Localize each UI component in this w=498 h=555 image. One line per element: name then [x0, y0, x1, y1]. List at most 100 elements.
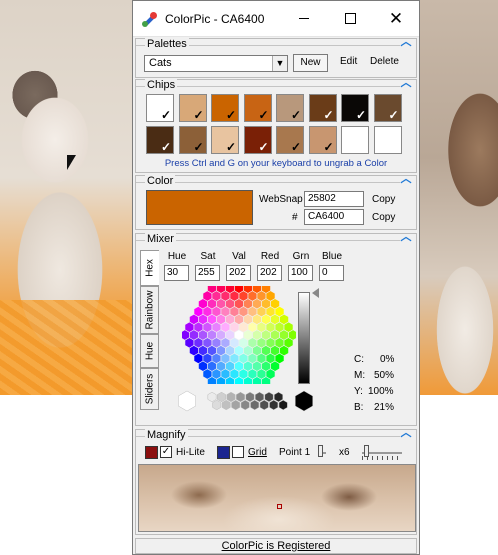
gray-hex[interactable]	[278, 399, 288, 411]
grn-label: Grn	[292, 251, 310, 262]
status-bar[interactable]: ColorPic is Registered	[135, 538, 417, 554]
hilite-color-swatch[interactable]	[145, 446, 158, 459]
current-color-swatch	[146, 190, 253, 225]
collapse-color-icon[interactable]: ︿	[400, 174, 412, 186]
color-chip[interactable]: ✓	[146, 126, 174, 154]
palettes-title: Palettes	[145, 38, 189, 50]
black-hex[interactable]	[295, 390, 313, 412]
red-field[interactable]: 202	[257, 265, 282, 281]
check-icon: ✓	[193, 108, 204, 122]
color-chip[interactable]: ✓	[211, 126, 239, 154]
close-button[interactable]: ✕	[373, 1, 419, 37]
collapse-chips-icon[interactable]: ︿	[400, 78, 412, 90]
palette-select[interactable]: Cats ▼	[144, 55, 288, 72]
color-chip[interactable]: ✓	[178, 94, 207, 122]
color-chip[interactable]: ✓	[243, 126, 272, 154]
blue-field[interactable]: 0	[319, 265, 344, 281]
gray-hex[interactable]	[250, 399, 260, 411]
grid-checkbox[interactable]	[232, 446, 244, 458]
title-bar[interactable]: ColorPic - CA6400 ✕	[133, 1, 419, 37]
grayscale-hex-row[interactable]	[176, 390, 316, 412]
brightness-pointer-icon[interactable]	[312, 288, 319, 298]
collapse-mixer-icon[interactable]: ︿	[400, 232, 412, 244]
color-chip[interactable]: ✓	[276, 94, 304, 122]
check-icon: ✓	[290, 108, 301, 122]
gray-hex[interactable]	[226, 391, 236, 403]
blue-label: Blue	[321, 251, 342, 262]
gray-hex[interactable]	[269, 399, 279, 411]
gray-hex[interactable]	[264, 391, 274, 403]
hue-field[interactable]: 30	[164, 265, 189, 281]
gray-hex[interactable]	[259, 399, 269, 411]
chips-title: Chips	[145, 79, 178, 91]
gray-hex[interactable]	[231, 399, 241, 411]
collapse-magnify-icon[interactable]: ︿	[400, 428, 412, 440]
zoom-slider-thumb[interactable]	[364, 445, 369, 457]
black-value: 21%	[374, 402, 395, 413]
hilite-checkbox[interactable]: ✓	[160, 446, 172, 458]
hex-color-picker[interactable]	[182, 286, 296, 384]
tab-hue[interactable]: Hue	[140, 334, 159, 368]
hex-field[interactable]: CA6400	[304, 209, 364, 225]
color-chip[interactable]: ✓	[373, 94, 402, 122]
gray-hex[interactable]	[240, 399, 250, 411]
val-field[interactable]: 202	[226, 265, 251, 281]
collapse-palettes-icon[interactable]: ︿	[400, 37, 412, 49]
grid-color-swatch[interactable]	[217, 446, 230, 459]
yellow-label: Y:	[354, 386, 363, 397]
gray-hex[interactable]	[236, 391, 245, 403]
color-chip[interactable]: ✓	[276, 126, 304, 154]
tab-rainbow[interactable]: Rainbow	[140, 286, 159, 334]
check-icon: ✓	[388, 108, 399, 122]
chips-hint: Press Ctrl and G on your keyboard to ung…	[164, 158, 388, 169]
gray-hex[interactable]	[212, 399, 222, 411]
status-text[interactable]: ColorPic is Registered	[222, 540, 331, 552]
cat-photo-right	[420, 0, 498, 395]
color-chip[interactable]	[373, 126, 402, 154]
maximize-button[interactable]	[327, 1, 373, 37]
point-label: Point 1	[279, 447, 311, 458]
brightness-slider[interactable]	[298, 292, 310, 384]
new-palette-button[interactable]: New	[293, 54, 328, 72]
color-chip[interactable]: ✓	[341, 94, 369, 122]
gray-hex[interactable]	[245, 391, 255, 403]
color-chip[interactable]: ✓	[146, 94, 174, 122]
hilite-label: Hi-Lite	[176, 447, 205, 458]
copy-hex-button[interactable]: Copy	[372, 212, 395, 223]
color-chip[interactable]: ✓	[178, 126, 207, 154]
magnifier-view	[138, 464, 416, 532]
color-chip[interactable]: ✓	[308, 94, 337, 122]
magnify-panel: Magnify ︿ ✓ Hi-Lite Grid Point 1 x6	[135, 428, 417, 535]
check-icon: ✓	[160, 140, 171, 154]
copy-websnap-button[interactable]: Copy	[372, 194, 395, 205]
gray-hex[interactable]	[221, 399, 231, 411]
color-chip[interactable]	[341, 126, 369, 154]
dropdown-arrow-icon[interactable]: ▼	[272, 56, 287, 71]
color-chip[interactable]: ✓	[243, 94, 272, 122]
colorpic-window: ColorPic - CA6400 ✕ Palettes ︿ Cats ▼ New …	[132, 0, 420, 555]
grn-field[interactable]: 100	[288, 265, 313, 281]
color-chip[interactable]: ✓	[211, 94, 239, 122]
color-chip[interactable]: ✓	[308, 126, 337, 154]
tab-hex[interactable]: Hex	[140, 250, 159, 286]
mouse-cursor-icon	[67, 155, 76, 170]
minimize-button[interactable]	[281, 1, 327, 37]
cyan-label: C:	[354, 354, 364, 365]
white-hex[interactable]	[178, 390, 196, 412]
cyan-value: 0%	[380, 354, 395, 365]
websnap-field[interactable]: 25802	[304, 191, 364, 207]
gray-hex[interactable]	[207, 391, 217, 403]
edit-palette-button[interactable]: Edit	[340, 56, 357, 67]
zoom-label: x6	[339, 447, 350, 458]
mixer-title: Mixer	[145, 233, 176, 245]
gray-hex[interactable]	[255, 391, 264, 403]
tab-sliders[interactable]: Sliders	[140, 368, 159, 410]
gray-hex[interactable]	[217, 391, 226, 403]
sat-field[interactable]: 255	[195, 265, 220, 281]
check-icon: ✓	[323, 140, 334, 154]
cat-photo-left	[0, 0, 132, 395]
gray-hex[interactable]	[274, 391, 283, 403]
delete-palette-button[interactable]: Delete	[370, 56, 399, 67]
val-label: Val	[232, 251, 246, 262]
point-slider-thumb[interactable]	[318, 445, 323, 457]
